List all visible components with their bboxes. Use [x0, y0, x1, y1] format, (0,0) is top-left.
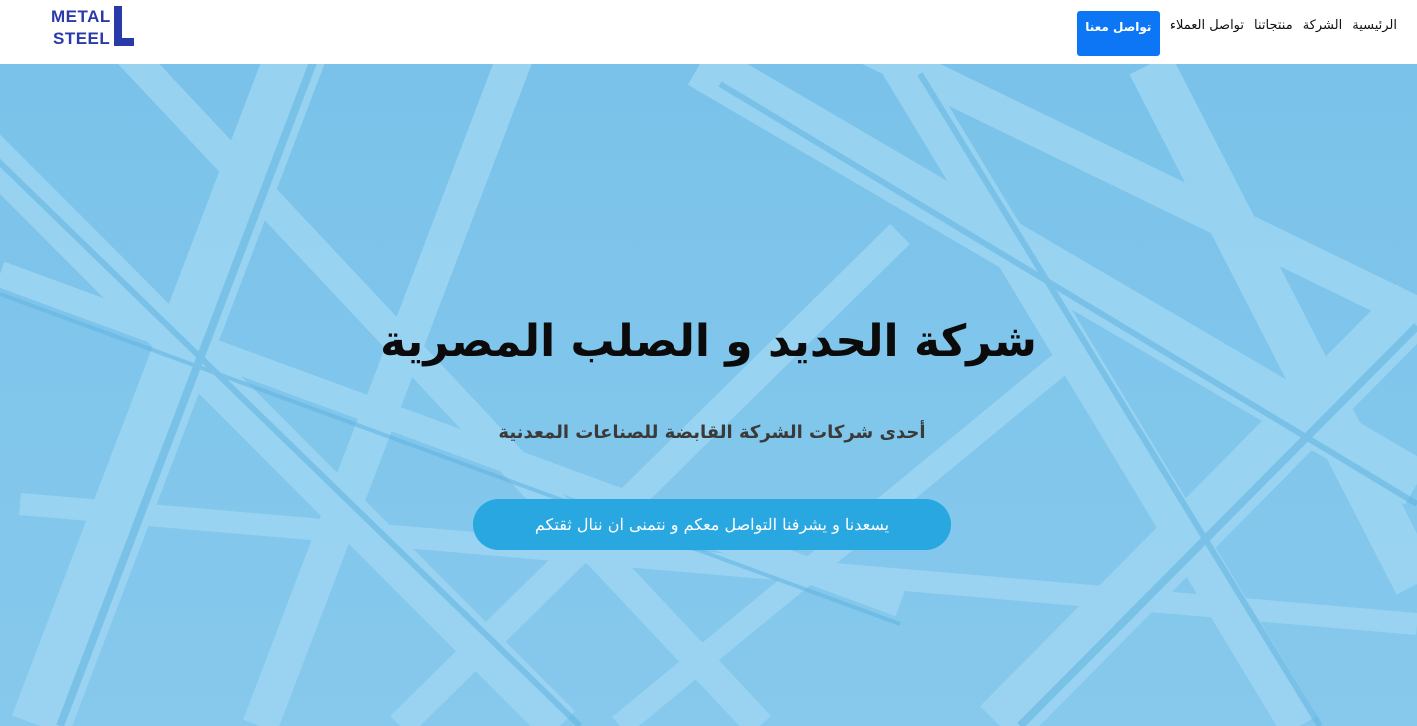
hero-contact-button[interactable]: يسعدنا و يشرفنا التواصل معكم و نتمنى ان … [473, 499, 951, 550]
metal-steel-logo[interactable]: METAL STEEL [51, 5, 135, 47]
svg-text:METAL: METAL [51, 7, 111, 26]
nav-home-link[interactable]: الرئيسية [1352, 0, 1397, 33]
nav-products-link[interactable]: منتجاتنا [1254, 0, 1293, 33]
main-nav: الرئيسية الشركة منتجاتنا تواصل العملاء ت… [1067, 0, 1397, 64]
contact-us-button[interactable]: تواصل معنا [1076, 11, 1160, 56]
logo-mark: METAL STEEL [51, 6, 134, 47]
nav-company-link[interactable]: الشركة [1303, 0, 1343, 33]
navbar: METAL STEEL الرئيسية الشركة منتجاتنا توا… [0, 0, 1417, 64]
hero-overlay [0, 64, 1417, 726]
hero-section: شركة الحديد و الصلب المصرية أحدى شركات ا… [0, 64, 1417, 726]
hero-subtitle: أحدى شركات الشركة القابضة للصناعات المعد… [498, 422, 926, 443]
hero-title: شركة الحديد و الصلب المصرية [380, 316, 1037, 367]
svg-text:STEEL: STEEL [53, 29, 110, 47]
nav-customer-contact-link[interactable]: تواصل العملاء [1170, 0, 1244, 33]
